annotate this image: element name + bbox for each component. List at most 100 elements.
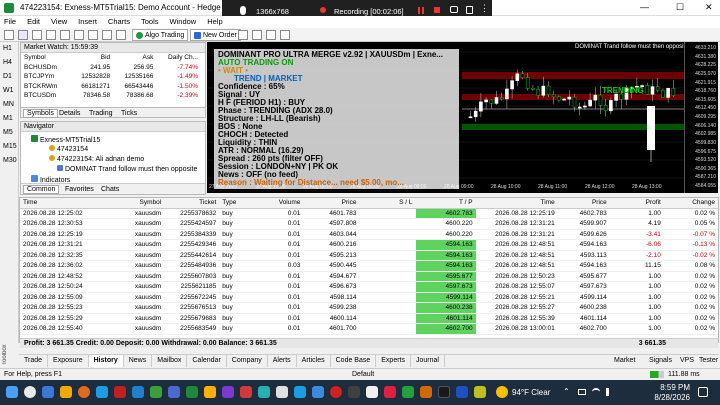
mw-header-symbol[interactable]: Symbol xyxy=(21,53,70,63)
tab-ticks[interactable]: Ticks xyxy=(121,110,137,117)
table-row[interactable]: 2026.08.28 12:48:52 xauusdm 2255607803 buy 0… xyxy=(20,271,718,282)
tile-windows-icon[interactable] xyxy=(280,30,290,40)
edge-icon[interactable] xyxy=(96,386,108,398)
app-icon-teal[interactable] xyxy=(258,386,270,398)
signals-button[interactable]: Signals xyxy=(644,355,677,367)
col-type[interactable]: Type xyxy=(219,198,256,209)
menu-file[interactable]: File xyxy=(4,16,16,28)
table-row[interactable]: 2026.08.28 12:55:09 xauusdm 2255672245 buy 0… xyxy=(20,292,718,303)
col-price[interactable]: Price xyxy=(303,198,360,209)
col-change[interactable]: Change xyxy=(663,198,718,209)
tab-alerts[interactable]: Alerts xyxy=(268,355,297,367)
data-window-icon[interactable] xyxy=(74,30,84,40)
tab-trade[interactable]: Trade xyxy=(19,355,49,367)
clock-date[interactable]: 8/28/2026 xyxy=(646,393,690,402)
timeframe-h4[interactable]: H4 xyxy=(0,56,18,70)
menu-charts[interactable]: Charts xyxy=(108,16,130,28)
table-row[interactable]: 2026.08.28 12:36:02 xauusdm 2255484936 buy 0… xyxy=(20,260,718,272)
app-icon-green[interactable] xyxy=(402,386,414,398)
menu-help[interactable]: Help xyxy=(207,16,222,28)
app-icon-pink[interactable] xyxy=(384,386,396,398)
tab-history[interactable]: History xyxy=(88,355,124,367)
clock-time[interactable]: 8:59 PM xyxy=(646,383,690,392)
toolbox-icon[interactable] xyxy=(60,30,70,40)
tab-journal[interactable]: Journal xyxy=(411,355,445,367)
zoom-in-icon[interactable] xyxy=(252,30,262,40)
more-icon[interactable]: ⋮ xyxy=(480,3,489,14)
microphone-icon[interactable] xyxy=(240,6,246,15)
table-row[interactable]: 2026.08.28 12:30:53 xauusdm 2255424597 buy 0… xyxy=(20,218,718,230)
edit-icon[interactable] xyxy=(466,6,473,14)
tab-favorites[interactable]: Favorites xyxy=(65,186,94,193)
col-tp[interactable]: T / P xyxy=(415,198,476,209)
app-icon-dark[interactable] xyxy=(348,386,360,398)
table-row[interactable]: 2026.08.28 12:25:02 xauusdm 2255378632 buy 0… xyxy=(20,208,718,219)
volume-icon[interactable] xyxy=(606,388,613,396)
tab-chats[interactable]: Chats xyxy=(101,186,119,193)
col-symbol[interactable]: Symbol xyxy=(112,198,165,209)
col-time[interactable]: Time xyxy=(20,198,113,209)
timeframe-m5[interactable]: M5 xyxy=(0,126,18,140)
table-row[interactable]: 2026.08.28 12:50:24 xauusdm 2255621185 buy 0… xyxy=(20,281,718,293)
table-row[interactable]: 2026.08.28 12:55:29 xauusdm 2255679683 buy 0… xyxy=(20,313,718,324)
tray-chevron-icon[interactable]: ⌃ xyxy=(563,387,570,396)
new-order-button[interactable]: New Order xyxy=(190,29,241,41)
tab-code-base[interactable]: Code Base xyxy=(331,355,377,367)
menu-insert[interactable]: Insert xyxy=(78,16,97,28)
menu-tools[interactable]: Tools xyxy=(141,16,159,28)
mw-row[interactable]: BTCJPYm 12532828 12535166 -1.49% xyxy=(21,72,201,82)
start-icon[interactable] xyxy=(6,386,18,398)
timeframe-mn[interactable]: MN xyxy=(0,98,18,112)
menu-edit[interactable]: Edit xyxy=(27,16,40,28)
terminal-icon[interactable] xyxy=(116,30,126,40)
timeframe-w1[interactable]: W1 xyxy=(0,84,18,98)
mw-header-change[interactable]: Daily Ch... xyxy=(156,53,201,63)
market-button[interactable]: Market xyxy=(609,355,640,367)
col-close-price[interactable]: Price xyxy=(557,198,610,209)
maximize-button[interactable]: ☐ xyxy=(676,2,684,13)
nav-expert[interactable]: DOMINAT Trand follow must then opposite xyxy=(57,165,197,173)
table-row[interactable]: 2026.08.28 12:32:35 xauusdm 2255442614 buy 0… xyxy=(20,250,718,261)
app-icon-navy[interactable] xyxy=(456,386,468,398)
wifi-icon[interactable] xyxy=(592,388,600,396)
app-icon-gray[interactable] xyxy=(276,386,288,398)
timeframe-d1[interactable]: D1 xyxy=(0,70,18,84)
col-close-time[interactable]: Time xyxy=(475,198,558,209)
nav-server[interactable]: Exness-MT5Trial15 xyxy=(31,135,100,144)
market-watch-icon[interactable] xyxy=(32,30,42,40)
mw-header-ask[interactable]: Ask xyxy=(113,53,156,63)
app-icon-black[interactable] xyxy=(438,386,450,398)
nav-account-demo[interactable]: 474223154: Ali adnan demo xyxy=(49,155,144,163)
mail-icon[interactable] xyxy=(132,386,144,398)
metatrader-icon[interactable] xyxy=(186,386,198,398)
minimize-button[interactable]: — xyxy=(640,2,649,12)
camera-icon[interactable] xyxy=(450,6,458,13)
col-profit[interactable]: Profit xyxy=(609,198,664,209)
tab-experts[interactable]: Experts xyxy=(376,355,411,367)
stop-icon[interactable] xyxy=(434,7,440,13)
store-icon[interactable] xyxy=(150,386,162,398)
close-button[interactable]: ✕ xyxy=(705,2,713,13)
app-icon-blue[interactable] xyxy=(294,386,306,398)
app-icon-yellow[interactable] xyxy=(474,386,486,398)
tab-calendar[interactable]: Calendar xyxy=(187,355,227,367)
profiles-icon[interactable] xyxy=(18,30,28,40)
recorder-icon[interactable] xyxy=(240,386,252,398)
col-ticket[interactable]: Ticket xyxy=(164,198,220,209)
app-icon-red[interactable] xyxy=(114,386,126,398)
nav-account[interactable]: 47423154 xyxy=(49,145,88,153)
mw-row[interactable]: BCHUSDm 241.95 256.95 -7.74% xyxy=(21,63,201,73)
depth-of-market-icon[interactable] xyxy=(238,30,248,40)
timeframe-m30[interactable]: M30 xyxy=(0,154,18,168)
metaeditor-icon[interactable] xyxy=(102,30,112,40)
strategy-tester-icon[interactable] xyxy=(88,30,98,40)
chrome-icon[interactable] xyxy=(204,386,216,398)
menu-window[interactable]: Window xyxy=(170,16,197,28)
table-row[interactable]: 2026.08.28 12:55:23 xauusdm 2255676513 buy 0… xyxy=(20,302,718,314)
table-row[interactable]: 2026.08.28 12:55:40 xauusdm 2255683549 buy 0… xyxy=(20,323,718,335)
timeframe-m15[interactable]: M15 xyxy=(0,140,18,154)
zoom-out-icon[interactable] xyxy=(266,30,276,40)
task-view-icon[interactable] xyxy=(42,386,54,398)
file-explorer-icon[interactable] xyxy=(60,386,72,398)
tab-company[interactable]: Company xyxy=(227,355,268,367)
